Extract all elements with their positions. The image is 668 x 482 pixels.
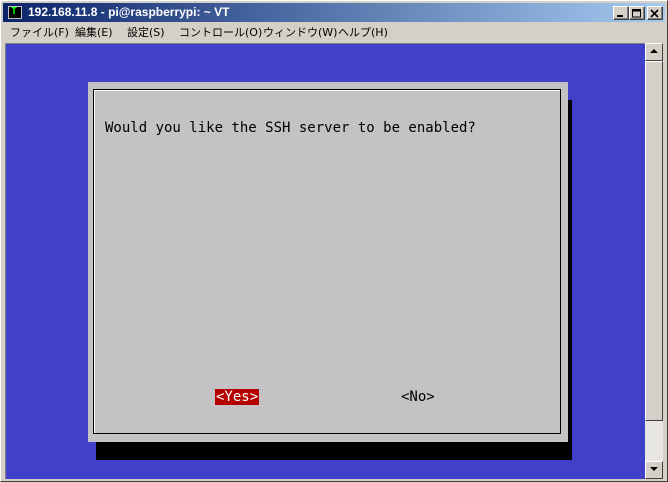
no-button[interactable]: <No> <box>400 389 436 405</box>
menu-settings[interactable]: 設定(S) <box>127 24 165 40</box>
dialog-frame: Would you like the SSH server to be enab… <box>93 89 561 434</box>
window-title: 192.168.11.8 - pi@raspberrypi: ~ VT <box>28 5 230 19</box>
minimize-icon <box>617 15 623 17</box>
scroll-up-button[interactable] <box>645 43 663 61</box>
menu-file[interactable]: ファイル(F) <box>10 24 69 40</box>
close-button[interactable] <box>647 6 663 20</box>
menu-help[interactable]: ヘルプ(H) <box>338 24 388 40</box>
arrow-up-icon <box>650 49 658 53</box>
app-icon-glyph: T <box>11 6 18 17</box>
yes-button[interactable]: <Yes> <box>215 389 260 405</box>
terminal-screen[interactable]: Would you like the SSH server to be enab… <box>5 43 645 479</box>
ssh-dialog: Would you like the SSH server to be enab… <box>88 82 568 442</box>
menu-bar: ファイル(F) 編集(E) 設定(S) コントロール(O) ウィンドウ(W) ヘ… <box>3 23 665 41</box>
arrow-down-icon <box>650 467 658 471</box>
menu-control[interactable]: コントロール(O) <box>179 24 262 40</box>
title-bar[interactable]: T 192.168.11.8 - pi@raspberrypi: ~ VT <box>3 3 665 22</box>
menu-window[interactable]: ウィンドウ(W) <box>263 24 337 40</box>
dialog-question: Would you like the SSH server to be enab… <box>105 120 476 136</box>
menu-edit[interactable]: 編集(E) <box>75 24 113 40</box>
vertical-scrollbar[interactable] <box>645 43 663 479</box>
minimize-button[interactable] <box>613 6 629 20</box>
close-icon <box>650 9 659 18</box>
terminal-window: T 192.168.11.8 - pi@raspberrypi: ~ VT ファ… <box>0 0 668 482</box>
maximize-icon <box>632 9 641 18</box>
maximize-button[interactable] <box>629 6 645 20</box>
terminal-app-icon[interactable]: T <box>8 6 22 19</box>
scrollbar-thumb[interactable] <box>645 61 663 421</box>
scroll-down-button[interactable] <box>645 461 663 479</box>
